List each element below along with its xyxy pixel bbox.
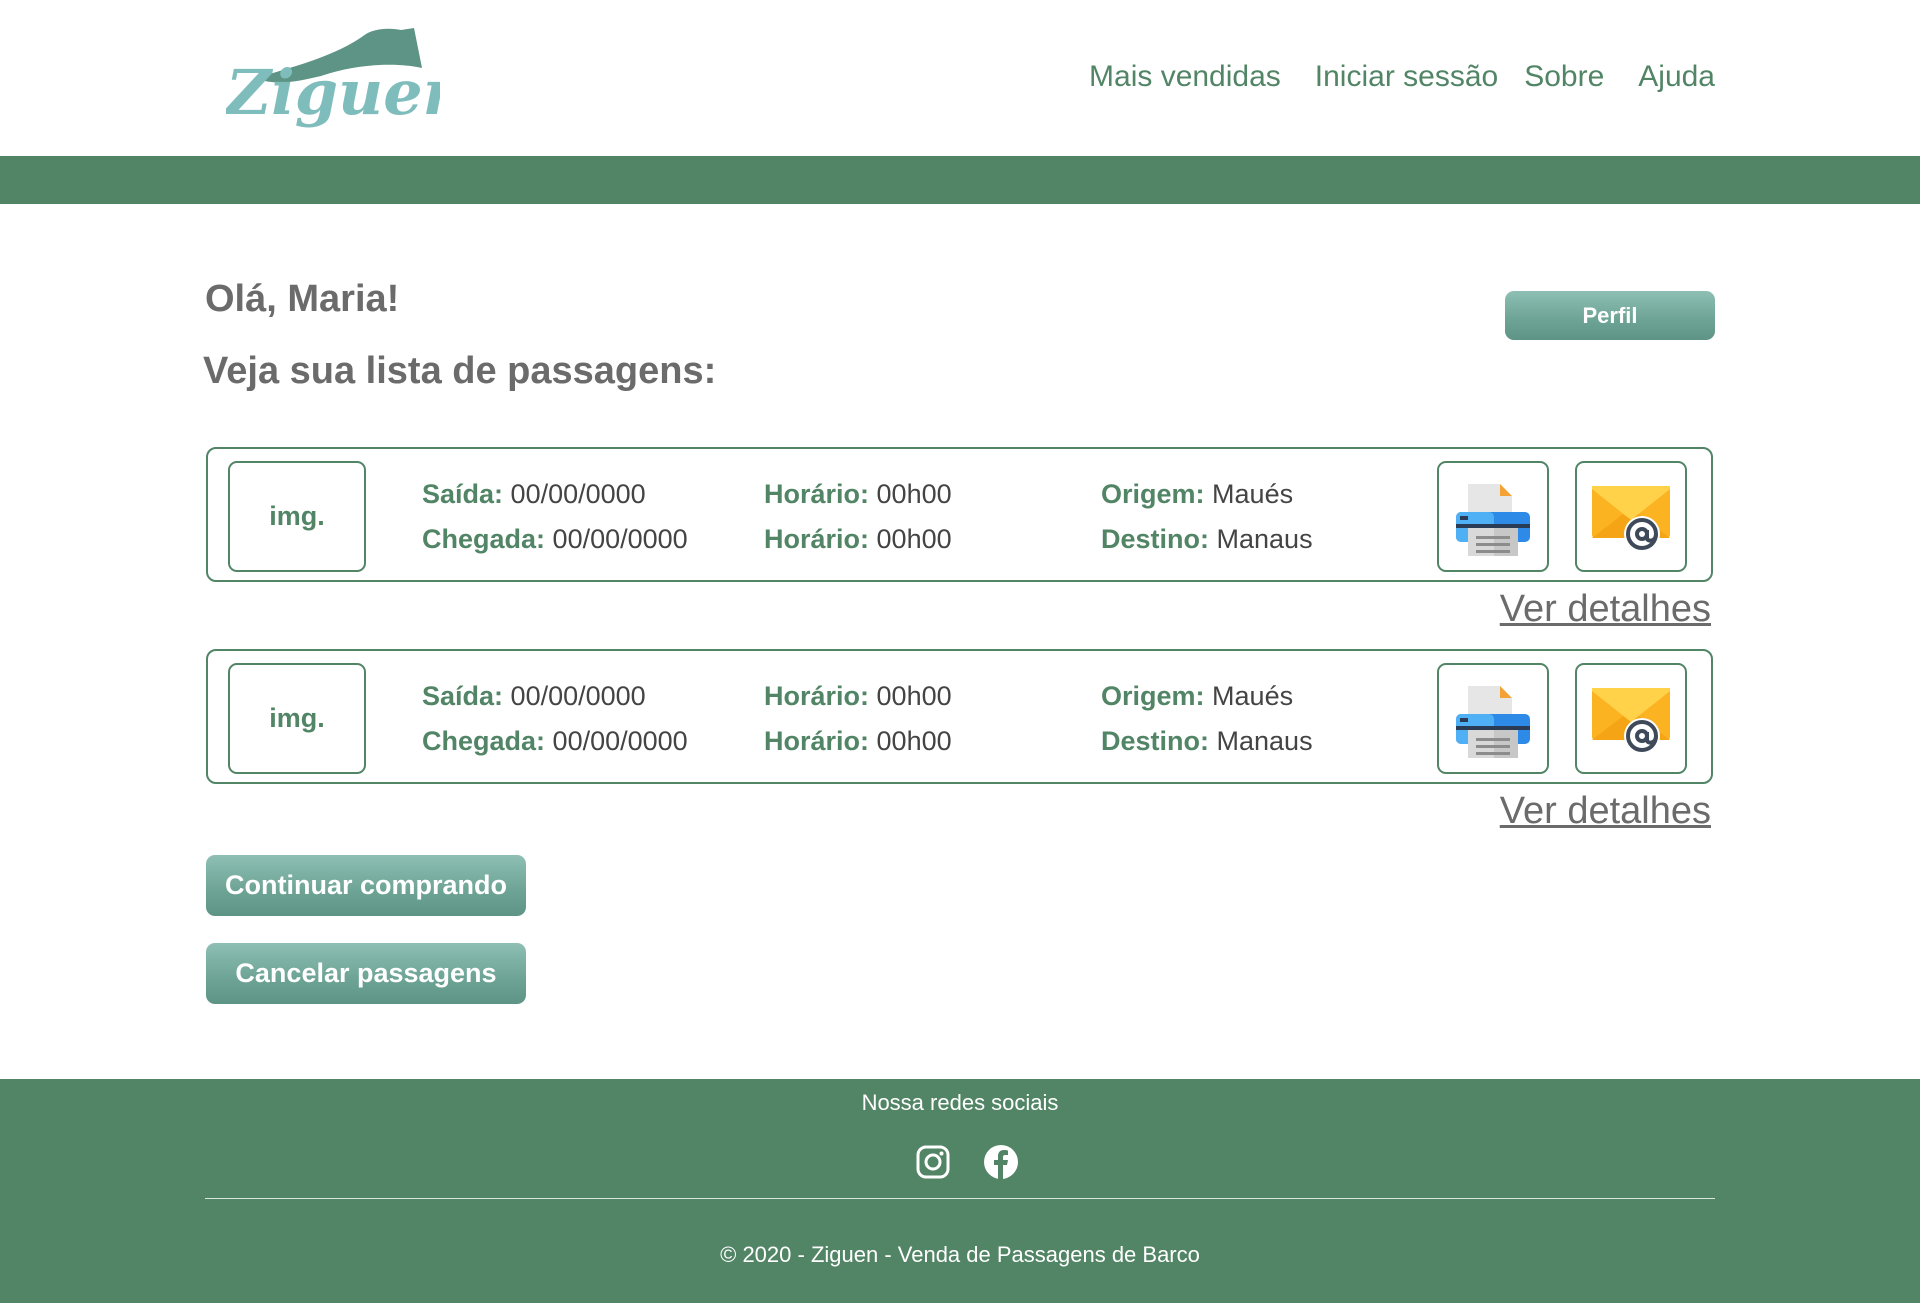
ver-detalhes-link[interactable]: Ver detalhes	[1500, 588, 1711, 631]
arrival-date-value: 00/00/0000	[552, 726, 688, 756]
instagram-icon[interactable]	[916, 1145, 950, 1179]
email-button[interactable]	[1575, 461, 1687, 572]
arrival-time: Horário: 00h00	[764, 726, 952, 757]
facebook-icon[interactable]	[984, 1145, 1018, 1179]
arrival-time-value: 00h00	[876, 524, 952, 554]
departure-time-label: Horário:	[764, 681, 870, 711]
nav-ajuda[interactable]: Ajuda	[1638, 60, 1715, 94]
arrival-date-label: Chegada:	[422, 726, 546, 756]
print-button[interactable]	[1437, 663, 1549, 774]
destination-label: Destino:	[1101, 726, 1209, 756]
arrival-time: Horário: 00h00	[764, 524, 952, 555]
origin-value: Maués	[1212, 479, 1294, 509]
destination: Destino: Manaus	[1101, 726, 1313, 757]
ticket-image-placeholder: img.	[228, 663, 366, 774]
email-icon	[1592, 485, 1670, 552]
departure-date-value: 00/00/0000	[510, 479, 646, 509]
page-subtitle: Veja sua lista de passagens:	[203, 350, 717, 392]
departure-time: Horário: 00h00	[764, 681, 952, 712]
copyright: © 2020 - Ziguen - Venda de Passagens de …	[720, 1242, 1200, 1267]
destination-label: Destino:	[1101, 524, 1209, 554]
logo-graphic: Ziguen	[226, 28, 440, 129]
origin-value: Maués	[1212, 681, 1294, 711]
origin-label: Origem:	[1101, 681, 1205, 711]
destination: Destino: Manaus	[1101, 524, 1313, 555]
social-links	[916, 1145, 1018, 1179]
destination-value: Manaus	[1216, 524, 1313, 554]
ver-detalhes-link[interactable]: Ver detalhes	[1500, 790, 1711, 833]
departure-time-value: 00h00	[876, 479, 952, 509]
departure-time: Horário: 00h00	[764, 479, 952, 510]
continue-shopping-button[interactable]: Continuar comprando	[206, 855, 526, 916]
profile-button[interactable]: Perfil	[1505, 291, 1715, 340]
header-band	[0, 156, 1920, 204]
main-nav: Mais vendidas Iniciar sessão Sobre Ajuda	[1055, 60, 1715, 94]
departure-time-value: 00h00	[876, 681, 952, 711]
header: Ziguen Mais vendidas Iniciar sessão Sobr…	[0, 0, 1920, 156]
footer-divider	[205, 1198, 1715, 1199]
nav-iniciar-sessao[interactable]: Iniciar sessão	[1315, 60, 1498, 94]
arrival-date: Chegada: 00/00/0000	[422, 726, 688, 757]
email-icon	[1592, 687, 1670, 754]
ticket-card: img. Saída: 00/00/0000 Chegada: 00/00/00…	[206, 649, 1713, 784]
ziguen-logo[interactable]: Ziguen	[226, 26, 440, 144]
departure-time-label: Horário:	[764, 479, 870, 509]
svg-text:Ziguen: Ziguen	[226, 56, 440, 129]
origin: Origem: Maués	[1101, 479, 1293, 510]
ticket-image-placeholder: img.	[228, 461, 366, 572]
email-button[interactable]	[1575, 663, 1687, 774]
destination-value: Manaus	[1216, 726, 1313, 756]
departure-date: Saída: 00/00/0000	[422, 479, 646, 510]
arrival-date-label: Chegada:	[422, 524, 546, 554]
ticket-card: img. Saída: 00/00/0000 Chegada: 00/00/00…	[206, 447, 1713, 582]
cancel-tickets-button[interactable]: Cancelar passagens	[206, 943, 526, 1004]
departure-date-label: Saída:	[422, 479, 504, 509]
print-button[interactable]	[1437, 461, 1549, 572]
footer: Nossa redes sociais © 2020 - Ziguen - Ve…	[0, 1079, 1920, 1303]
origin-label: Origem:	[1101, 479, 1205, 509]
origin: Origem: Maués	[1101, 681, 1293, 712]
arrival-date: Chegada: 00/00/0000	[422, 524, 688, 555]
departure-date-value: 00/00/0000	[510, 681, 646, 711]
nav-mais-vendidas[interactable]: Mais vendidas	[1089, 60, 1281, 94]
arrival-time-value: 00h00	[876, 726, 952, 756]
arrival-time-label: Horário:	[764, 524, 870, 554]
social-title: Nossa redes sociais	[861, 1090, 1059, 1115]
greeting: Olá, Maria!	[205, 278, 400, 320]
printer-icon	[1456, 483, 1530, 556]
departure-date-label: Saída:	[422, 681, 504, 711]
arrival-time-label: Horário:	[764, 726, 870, 756]
departure-date: Saída: 00/00/0000	[422, 681, 646, 712]
nav-sobre[interactable]: Sobre	[1524, 60, 1604, 94]
printer-icon	[1456, 685, 1530, 758]
arrival-date-value: 00/00/0000	[552, 524, 688, 554]
